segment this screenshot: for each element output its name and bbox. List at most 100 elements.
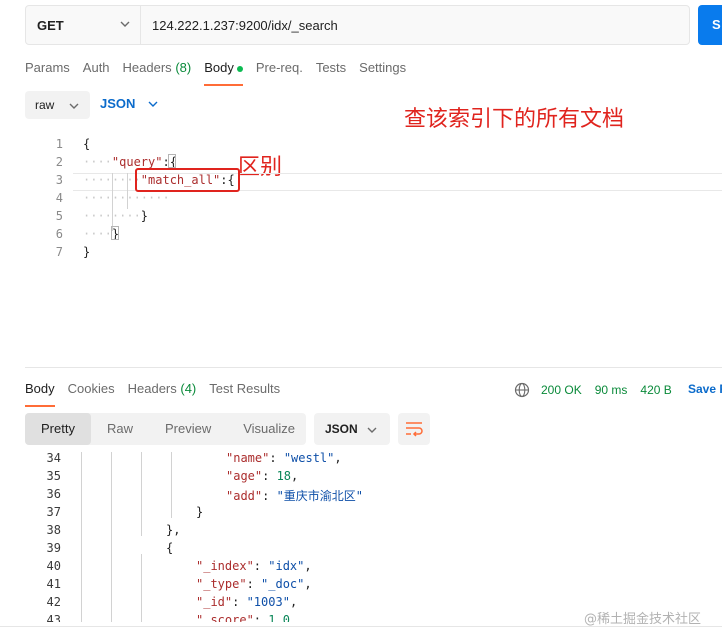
line-number: 5 xyxy=(55,209,63,223)
body-language-select[interactable]: JSON xyxy=(100,96,158,111)
view-raw[interactable]: Raw xyxy=(91,413,149,445)
tab-count: (8) xyxy=(175,60,192,75)
code-line: } xyxy=(196,505,204,519)
code-line: "age": 18, xyxy=(226,469,299,483)
line-number: 41 xyxy=(46,577,61,591)
line-number: 6 xyxy=(55,227,63,241)
whitespace-dots: ········ xyxy=(83,173,141,187)
code-line: ····"query":{ xyxy=(83,155,177,169)
code-line: ········} xyxy=(83,209,148,223)
wrap-lines-button[interactable] xyxy=(398,413,430,445)
code-line: "_score": 1.0 xyxy=(196,613,290,622)
line-number: 39 xyxy=(46,541,61,555)
tab-test-results[interactable]: Test Results xyxy=(209,381,280,407)
tab-pre-request[interactable]: Pre-req. xyxy=(256,60,303,86)
method-select[interactable]: GET xyxy=(26,6,141,44)
response-size[interactable]: 420 B xyxy=(640,383,671,397)
json-key: "_id" xyxy=(196,595,233,609)
tab-label: Body xyxy=(204,60,234,75)
send-button[interactable]: S xyxy=(698,5,722,45)
watermark: @稀土掘金技术社区 xyxy=(584,612,702,627)
json-string: "1003" xyxy=(246,595,290,609)
view-pretty[interactable]: Pretty xyxy=(25,413,91,445)
tab-response-headers[interactable]: Headers (4) xyxy=(128,381,197,407)
chevron-down-icon xyxy=(120,21,130,27)
request-tabs: Params Auth Headers (8) Body Pre-req. Te… xyxy=(25,60,419,86)
tab-tests[interactable]: Tests xyxy=(316,60,346,86)
json-key: "name" xyxy=(226,452,270,465)
json-number: 18 xyxy=(276,469,292,483)
code-line: } xyxy=(83,245,90,259)
line-number: 43 xyxy=(46,613,61,622)
tab-count: (4) xyxy=(180,381,197,396)
line-number: 7 xyxy=(55,245,63,259)
code-line: "name": "westl", xyxy=(226,452,342,465)
tab-params[interactable]: Params xyxy=(25,60,70,86)
view-visualize[interactable]: Visualize xyxy=(227,413,311,445)
response-format-select[interactable]: JSON xyxy=(314,413,390,445)
line-number: 38 xyxy=(46,523,61,537)
response-body-viewer[interactable]: 34 35 36 37 38 39 40 41 42 43 "name": "w… xyxy=(25,452,722,622)
indent-guide xyxy=(171,452,172,518)
tab-headers[interactable]: Headers (8) xyxy=(123,60,192,86)
url-input[interactable]: 124.222.1.237:9200/idx/_search xyxy=(141,6,338,44)
json-key: "_score" xyxy=(196,613,254,622)
code-line: "add": "重庆市渝北区" xyxy=(226,489,364,503)
indent-guide xyxy=(81,452,82,622)
indent-guide xyxy=(141,452,142,536)
line-number: 3 xyxy=(55,173,63,187)
tab-label: Auth xyxy=(82,60,110,75)
code-line: ············ xyxy=(83,191,170,205)
tab-label: Test Results xyxy=(209,381,281,396)
body-mode-select[interactable]: raw xyxy=(25,91,90,119)
url-bar: GET 124.222.1.237:9200/idx/_search xyxy=(25,5,690,45)
request-body-editor[interactable]: 1 2 3 4 5 6 7 { ····"query":{ ········"m… xyxy=(25,132,722,368)
line-number: 4 xyxy=(55,191,63,205)
line-number: 34 xyxy=(46,452,61,465)
code-token: } xyxy=(83,245,91,259)
tab-cookies[interactable]: Cookies xyxy=(68,381,115,407)
tab-label: Body xyxy=(25,381,55,396)
line-number: 40 xyxy=(46,559,61,573)
chevron-down-icon xyxy=(367,427,377,433)
save-response-button[interactable]: Save R xyxy=(688,382,722,396)
indent-guide xyxy=(141,554,142,622)
json-key: "add" xyxy=(226,489,263,503)
tab-label: Headers xyxy=(122,60,172,75)
url-value: 124.222.1.237:9200/idx/_search xyxy=(152,17,338,33)
whitespace-dots: ···· xyxy=(83,155,112,169)
globe-icon[interactable] xyxy=(514,382,530,398)
tab-response-body[interactable]: Body xyxy=(25,381,55,407)
json-string: "idx" xyxy=(268,559,305,573)
tab-label: Pre-req. xyxy=(255,60,303,75)
json-key: "_type" xyxy=(196,577,247,591)
whitespace-dots: ········ xyxy=(83,209,141,223)
json-key: "_index" xyxy=(196,559,254,573)
response-format-value: JSON xyxy=(325,422,358,436)
code-line: "_index": "idx", xyxy=(196,559,312,573)
code-line: { xyxy=(166,541,174,555)
line-number: 1 xyxy=(55,137,63,151)
json-number: 1.0 xyxy=(268,613,290,622)
code-line: }, xyxy=(166,523,181,537)
view-preview[interactable]: Preview xyxy=(149,413,227,445)
json-string: "westl" xyxy=(283,452,335,465)
response-tabs: Body Cookies Headers (4) Test Results xyxy=(25,381,293,407)
json-string: "重庆市渝北区" xyxy=(276,489,364,503)
whitespace-dots: ···· xyxy=(83,227,112,241)
send-label: S xyxy=(712,17,721,32)
status-code[interactable]: 200 OK xyxy=(541,383,582,397)
code-line: { xyxy=(83,137,90,151)
view-mode-group: Pretty Raw Preview Visualize xyxy=(25,413,306,445)
chevron-down-icon xyxy=(69,103,79,109)
annotation-title: 查该索引下的所有文档 xyxy=(404,107,625,132)
tab-label: Tests xyxy=(315,60,347,75)
modified-dot-icon xyxy=(236,65,243,72)
code-token: } xyxy=(140,209,149,223)
body-language-value: JSON xyxy=(100,96,136,111)
tab-auth[interactable]: Auth xyxy=(83,60,110,86)
response-time[interactable]: 90 ms xyxy=(595,383,628,397)
tab-settings[interactable]: Settings xyxy=(359,60,406,86)
tab-body[interactable]: Body xyxy=(204,60,243,86)
method-label: GET xyxy=(37,17,64,33)
